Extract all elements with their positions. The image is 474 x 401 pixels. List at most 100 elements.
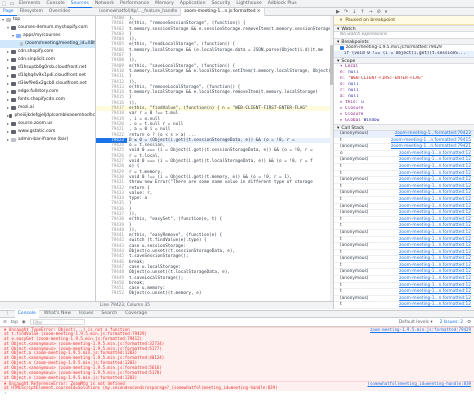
- devtools-tab-application[interactable]: Application: [177, 0, 209, 8]
- drawer-tab-issues[interactable]: Issues: [76, 310, 96, 318]
- file-tab[interactable]: (somewhatfol)ltp/..._feature_handle: [96, 8, 182, 16]
- nav-tree-item[interactable]: ▸ d1lqhq4v9x1pdi.cloudfront.net: [0, 72, 95, 80]
- frame-location[interactable]: zoom-meeting-1...n.formatted:12: [399, 256, 471, 262]
- navigator-tab-overrides[interactable]: Overrides: [46, 8, 73, 16]
- frame-location[interactable]: zoom-meeting-1...n.formatted:12: [399, 230, 471, 236]
- drawer-tab-coverage[interactable]: Coverage: [122, 310, 150, 318]
- nav-tree-item[interactable]: ▸ cdn.shopify.com: [0, 48, 95, 56]
- deactivate-breakpoints-icon[interactable]: ⊘: [377, 9, 381, 15]
- callstack-frame[interactable]: t zoom-meeting-1...n.formatted:12: [334, 289, 474, 296]
- drawer-tab-search[interactable]: Search: [98, 310, 120, 318]
- callstack-frame[interactable]: t zoom-meeting-1...n.formatted:12: [334, 164, 474, 171]
- step-out-icon[interactable]: ↑: [360, 9, 364, 15]
- callstack-frame[interactable]: t zoom-meeting-1...n.formatted:12: [334, 197, 474, 204]
- device-toolbar-icon[interactable]: ▭: [8, 0, 16, 8]
- pause-exceptions-icon[interactable]: ⏸: [385, 9, 388, 15]
- frame-location[interactable]: zoom-meeting-1...formatted:79423: [395, 131, 471, 137]
- nav-tree-item[interactable]: ▸ cdn.sinplicit.com: [0, 56, 95, 64]
- frame-location[interactable]: zoom-meeting-1...n.formatted:12: [399, 217, 471, 223]
- frame-location[interactable]: zoom-meeting-1...n.formatted:12: [399, 171, 471, 177]
- context-select[interactable]: top: [11, 320, 18, 325]
- console-source-link[interactable]: (somewhatfol)meeting_id=meeting-handle:8…: [367, 381, 471, 386]
- frame-location[interactable]: zoom-meeting-1...n.formatted:12: [399, 243, 471, 249]
- clear-console-icon[interactable]: ⊘: [3, 320, 7, 325]
- file-tab[interactable]: zoom-meeting-1...n.js:formatted ×: [181, 8, 265, 16]
- breakpoints-section-header[interactable]: ▾ Breakpoints: [334, 38, 474, 45]
- devtools-tab-network[interactable]: Network: [92, 0, 117, 8]
- frame-location[interactable]: zoom-meeting-1...n.formatted:12: [399, 296, 471, 302]
- code-editor[interactable]: 79400 }, 79401 e(this, "removeSessionStor…: [96, 16, 333, 301]
- frame-location[interactable]: zoom-meeting-1...n.formatted:12: [399, 276, 471, 282]
- devtools-tab-adblock-plus[interactable]: Adblock Plus: [265, 0, 300, 8]
- nav-tree-item[interactable]: ▾ courses-demum.myshopify.com: [0, 24, 95, 32]
- inspect-element-icon[interactable]: ⬚: [0, 0, 8, 8]
- frame-location[interactable]: zoom-meeting-1...n.formatted:12: [399, 237, 471, 243]
- devtools-tab-sources[interactable]: Sources: [67, 0, 92, 8]
- devtools-tab-performance[interactable]: Performance: [117, 0, 152, 8]
- console-filter-input[interactable]: Filter: [29, 319, 85, 325]
- callstack-frame[interactable]: (anonymous) zoom-meeting-1...formatted:79…: [334, 131, 474, 138]
- frame-location[interactable]: zoom-meeting-1...n.formatted:12: [399, 184, 471, 190]
- nav-tree-item[interactable]: ▸ fonts.shopifycdn.com: [0, 96, 95, 104]
- navigator-tab-page[interactable]: Page: [0, 7, 17, 16]
- callstack-frame[interactable]: (anonymous) zoom-meeting-1...n.formatted:…: [334, 157, 474, 164]
- nav-tree-item[interactable]: ▸ d3lwf9e6x2gcb0.cloudfront.net: [0, 80, 95, 88]
- drawer-menu-icon[interactable]: ⋮: [2, 310, 13, 318]
- callstack-frame[interactable]: (anonymous) zoom-meeting-1...n.formatted:…: [334, 177, 474, 184]
- frame-location[interactable]: zoom-meeting-1...n.formatted:12: [399, 197, 471, 203]
- devtools-tab-elements[interactable]: Elements: [16, 0, 43, 8]
- callstack-frame[interactable]: (anonymous) zoom-meeting-1...n.formatted:…: [334, 276, 474, 283]
- callstack-section-header[interactable]: ▾ Call Stack: [334, 124, 474, 131]
- frame-location[interactable]: zoom-meeting-1...n.formatted:12: [399, 283, 471, 289]
- frame-location[interactable]: zoom-meeting-1...n.formatted:12: [399, 269, 471, 275]
- resume-icon[interactable]: ▶: [336, 9, 340, 15]
- callstack-frame[interactable]: t zoom-meeting-1...n.formatted:12: [334, 223, 474, 230]
- nav-tree-item[interactable]: ▸ mozi.ai: [0, 104, 95, 112]
- eye-icon[interactable]: ◉: [22, 320, 26, 325]
- frame-location[interactable]: zoom-meeting-1...n.formatted:12: [399, 204, 471, 210]
- frame-location[interactable]: zoom-meeting-1...n.formatted:79421: [391, 144, 471, 150]
- frame-location[interactable]: zoom-meeting-1...n.formatted:79415: [391, 138, 471, 144]
- frame-location[interactable]: zoom-meeting-1...n.formatted:12: [399, 210, 471, 216]
- callstack-frame[interactable]: (anonymous) zoom-meeting-1...n.formatted:…: [334, 144, 474, 151]
- console-output[interactable]: ✖ Uncaught TypeError: Object(...) is not…: [0, 327, 474, 401]
- nav-tree-item[interactable]: ▸ d1hsuptb0g0rsb.cloudfront.net: [0, 64, 95, 72]
- nav-tree-item[interactable]: ▸ www.gstatic.com: [0, 128, 95, 136]
- devtools-tab-lighthouse[interactable]: Lighthouse: [233, 0, 264, 8]
- frame-location[interactable]: zoom-meeting-1...n.formatted:12: [399, 177, 471, 183]
- callstack-frame[interactable]: (anonymous) zoom-meeting-1...n.formatted:…: [334, 230, 474, 237]
- frame-location[interactable]: zoom-meeting-1...n.formatted:12: [399, 250, 471, 256]
- frame-location[interactable]: zoom-meeting-1...n.formatted:12: [399, 302, 471, 308]
- frame-location[interactable]: zoom-meeting-1...n.formatted:12: [399, 164, 471, 170]
- navigator-tab-filesystem[interactable]: Filesystem: [17, 8, 46, 16]
- devtools-tab-security[interactable]: Security: [209, 0, 234, 8]
- frame-location[interactable]: zoom-meeting-1...n.formatted:12: [399, 151, 471, 157]
- callstack-frame[interactable]: (anonymous) zoom-meeting-1...n.formatted:…: [334, 190, 474, 197]
- callstack-frame[interactable]: (anonymous) zoom-meeting-1...n.formatted:…: [334, 210, 474, 217]
- frame-location[interactable]: zoom-meeting-1...n.formatted:12: [399, 157, 471, 163]
- callstack-frame[interactable]: t zoom-meeting-1...n.formatted:12: [334, 302, 474, 309]
- step-into-icon[interactable]: ↓: [352, 9, 356, 15]
- nav-tree-item[interactable]: ▸ edge.fullstory.com: [0, 88, 95, 96]
- devtools-tab-console[interactable]: Console: [43, 0, 67, 8]
- drawer-tab-what-s-new[interactable]: What's New: [41, 310, 74, 318]
- checkbox-icon[interactable]: [340, 46, 344, 50]
- frame-location[interactable]: zoom-meeting-1...n.formatted:12: [399, 289, 471, 295]
- line-number[interactable]: 79452: [96, 291, 127, 296]
- log-levels-select[interactable]: Default levels ▾: [399, 320, 433, 325]
- callstack-frame[interactable]: (anonymous) zoom-meeting-1...n.formatted:…: [334, 243, 474, 250]
- frame-location[interactable]: zoom-meeting-1...n.formatted:12: [399, 263, 471, 269]
- devtools-tab-memory[interactable]: Memory: [152, 0, 177, 8]
- nav-tree-item[interactable]: (zoom/meeting/meeting_id=ll8t: [0, 40, 95, 48]
- nav-tree-item[interactable]: ▸ source.zoom.us: [0, 120, 95, 128]
- console-source-link[interactable]: zoom-meeting-1.9.5.min.js:formatted:7942…: [370, 327, 471, 332]
- issues-counter[interactable]: 2 Issues: 2: [440, 320, 464, 325]
- frame-location[interactable]: zoom-meeting-1...n.formatted:12: [399, 190, 471, 196]
- nav-tree-item[interactable]: ▾ apps/my/courses: [0, 32, 95, 40]
- console-prompt[interactable]: ›: [0, 390, 474, 396]
- drawer-tab-console[interactable]: Console: [14, 310, 39, 318]
- nav-tree-item[interactable]: ▾ top: [0, 16, 95, 24]
- frame-location[interactable]: zoom-meeting-1...n.formatted:12: [399, 223, 471, 229]
- step-icon[interactable]: →: [368, 9, 372, 15]
- gear-icon[interactable]: ⚙: [467, 320, 471, 325]
